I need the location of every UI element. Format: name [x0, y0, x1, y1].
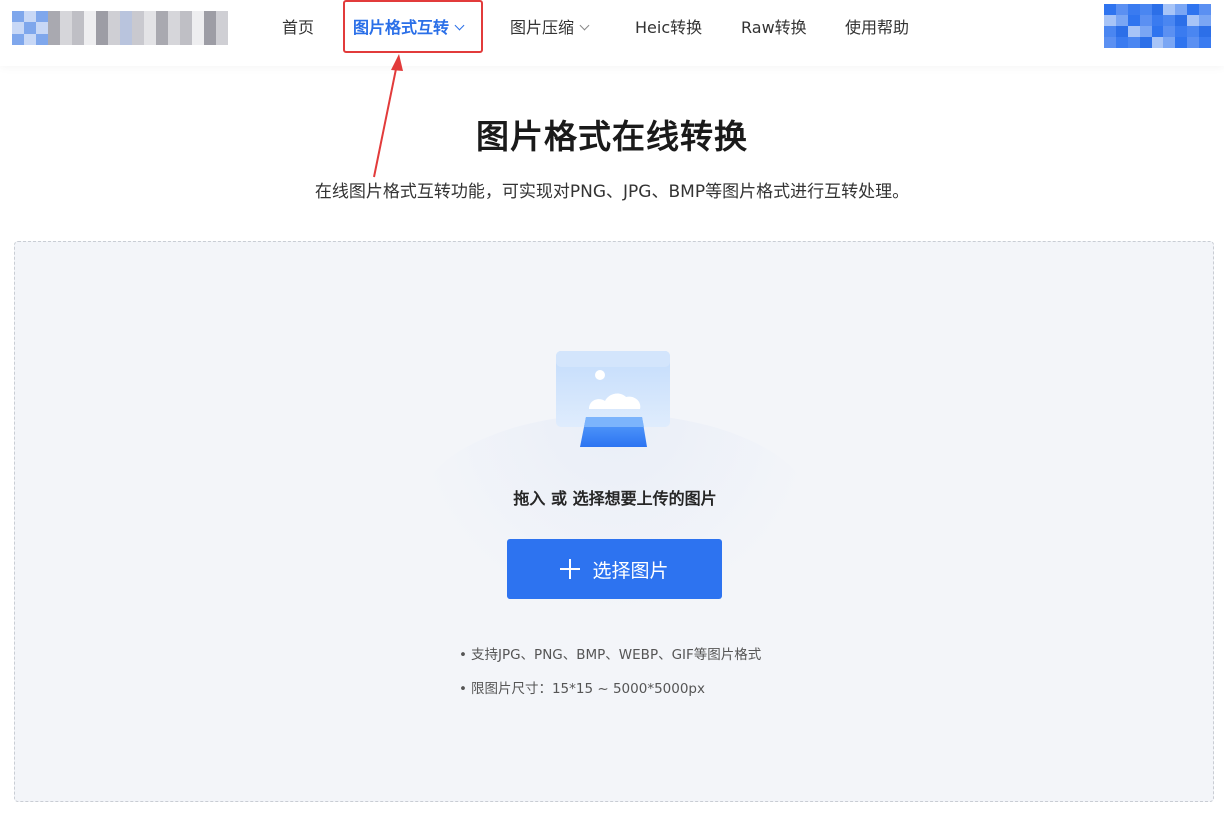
dropzone-prompt: 拖入 或 选择想要上传的图片 [513, 489, 717, 508]
chevron-down-icon [579, 20, 590, 31]
nav-raw-label: Raw转换 [741, 18, 807, 37]
select-image-button-label: 选择图片 [592, 559, 669, 582]
nav-help[interactable]: 使用帮助 [845, 0, 909, 56]
nav-compress[interactable]: 图片压缩 [510, 0, 590, 56]
top-header: 首页 图片格式互转 图片压缩 Heic转换 Raw转换 使用帮助 [0, 0, 1224, 66]
nav-format-convert[interactable]: 图片格式互转 [353, 0, 465, 56]
user-account-button[interactable] [1104, 4, 1212, 48]
tip-supported-formats: 支持JPG、PNG、BMP、WEBP、GIF等图片格式 [459, 647, 761, 664]
nav-home-label: 首页 [282, 18, 315, 37]
select-image-button[interactable]: 选择图片 [507, 539, 722, 599]
nav-format-convert-label: 图片格式互转 [353, 18, 450, 37]
nav-help-label: 使用帮助 [845, 18, 910, 37]
upload-tips: 支持JPG、PNG、BMP、WEBP、GIF等图片格式 限图片尺寸：15*15 … [459, 647, 761, 715]
tip-size-limit: 限图片尺寸：15*15 ~ 5000*5000px [459, 681, 761, 698]
upload-dropzone[interactable]: 拖入 或 选择想要上传的图片 选择图片 支持JPG、PNG、BMP、WEBP、G… [14, 241, 1214, 802]
nav-home[interactable]: 首页 [282, 0, 314, 56]
site-logo[interactable] [12, 11, 228, 45]
page-title: 图片格式在线转换 [476, 117, 748, 156]
image-upload-illustration [556, 351, 670, 447]
nav-raw[interactable]: Raw转换 [741, 0, 807, 56]
nav-heic-label: Heic转换 [635, 18, 703, 37]
page-subtitle: 在线图片格式互转功能，可实现对PNG、JPG、BMP等图片格式进行互转处理。 [314, 182, 910, 202]
chevron-down-icon [454, 20, 465, 31]
plus-icon [560, 559, 581, 579]
nav-heic[interactable]: Heic转换 [635, 0, 702, 56]
nav-compress-label: 图片压缩 [510, 18, 575, 37]
